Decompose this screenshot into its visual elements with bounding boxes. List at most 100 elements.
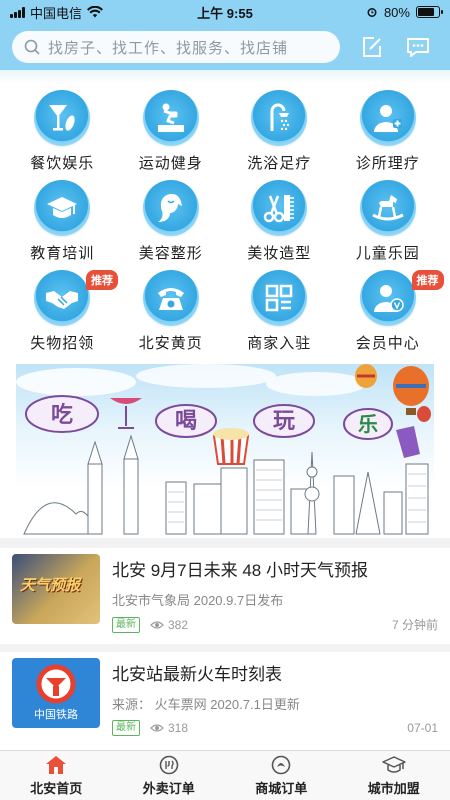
- battery-percent: 80%: [383, 4, 410, 20]
- tab-city-franchise[interactable]: 城市加盟: [338, 751, 450, 800]
- scissors-comb-icon: [264, 195, 295, 223]
- banner-word: 喝: [175, 409, 197, 434]
- home-icon: [46, 755, 67, 774]
- category-label: 北安黄页: [138, 335, 203, 352]
- carrier-name: 中国电信: [30, 5, 83, 21]
- category-label: 会员中心: [355, 335, 420, 352]
- news-time: 07-01: [407, 721, 438, 735]
- news-source: 北安市气象局 2020.9.7日发布: [112, 593, 284, 608]
- category-bath[interactable]: 洗浴足疗: [225, 90, 334, 176]
- dining-icon: [49, 105, 75, 131]
- takeout-order-icon: [159, 755, 179, 774]
- eye-icon: [150, 620, 164, 629]
- category-grid: 餐饮娱乐 运动健身 洗浴足疗 诊所理疗 教育培训 美容整形 美妆造型 儿童乐园 …: [0, 84, 450, 356]
- news-thumbnail: 中国铁路: [12, 658, 100, 728]
- tab-takeout-orders[interactable]: 外卖订单: [113, 751, 226, 800]
- battery-level: [417, 8, 434, 16]
- category-label: 运动健身: [138, 155, 203, 172]
- category-clinic[interactable]: 诊所理疗: [334, 90, 443, 176]
- category-kids[interactable]: 儿童乐园: [334, 180, 443, 266]
- tab-label: 北安首页: [30, 780, 83, 796]
- tab-label: 城市加盟: [367, 780, 420, 796]
- graduation-cap-icon: [47, 197, 78, 218]
- category-label: 诊所理疗: [355, 155, 420, 172]
- category-label: 商家入驻: [247, 335, 312, 352]
- category-education[interactable]: 教育培训: [8, 180, 117, 266]
- edit-icon: [363, 37, 381, 57]
- handshake-icon: [46, 291, 79, 309]
- banner-word: 玩: [273, 409, 295, 434]
- search-input[interactable]: 找房子、找工作、找服务、找店铺: [12, 31, 340, 63]
- status-time: 上午 9:55: [197, 5, 253, 21]
- battery-icon: [415, 6, 443, 18]
- section-divider: [0, 644, 450, 652]
- bottom-tab-bar: 北安首页 外卖订单 商城订单 城市加盟: [0, 750, 450, 800]
- thumbnail-caption: 中国铁路: [34, 709, 78, 721]
- tab-label: 外卖订单: [142, 780, 195, 796]
- category-dining[interactable]: 餐饮娱乐: [8, 90, 117, 176]
- news-item[interactable]: 天气预报 北安 9月7日未来 48 小时天气预报 北安市气象局 2020.9.7…: [0, 548, 450, 644]
- banner-word: 乐: [358, 412, 378, 436]
- message-button[interactable]: [404, 33, 432, 61]
- category-lost-found[interactable]: 推荐 失物招领: [8, 270, 118, 356]
- clinic-icon: [373, 105, 402, 132]
- recommend-tag: 推荐: [411, 270, 444, 290]
- category-label: 教育培训: [30, 245, 95, 262]
- tab-label: 商城订单: [255, 780, 308, 796]
- message-icon: [407, 38, 429, 57]
- category-fitness[interactable]: 运动健身: [117, 90, 226, 176]
- top-strip: [0, 70, 450, 84]
- banner-illustration: 吃 喝 玩 乐: [16, 364, 431, 535]
- status-bar: 中国电信 上午 9:55 80%: [0, 0, 450, 24]
- tab-mall-orders[interactable]: 商城订单: [225, 751, 338, 800]
- search-placeholder: 找房子、找工作、找服务、找店铺: [48, 39, 289, 57]
- category-yellow-pages[interactable]: 北安黄页: [117, 270, 226, 356]
- category-label: 失物招领: [30, 335, 95, 352]
- view-count-value: 318: [168, 721, 189, 735]
- news-source: 来源： 火车票网 2020.7.1日更新: [112, 697, 300, 712]
- wifi-icon: [87, 6, 104, 18]
- view-count-value: 382: [168, 617, 189, 632]
- signal-icon: [10, 6, 25, 18]
- news-time: 7 分钟前: [391, 618, 438, 632]
- mall-order-icon: [271, 755, 291, 774]
- view-count: 382: [150, 618, 188, 632]
- news-item[interactable]: 中国铁路 北安站最新火车时刻表 来源： 火车票网 2020.7.1日更新 最新 …: [0, 652, 450, 748]
- member-icon: [373, 285, 404, 312]
- category-label: 美容整形: [138, 245, 203, 262]
- beauty-icon: [157, 194, 182, 222]
- top-header: 找房子、找工作、找服务、找店铺: [0, 24, 450, 70]
- alarm-icon: [367, 8, 377, 17]
- category-beauty[interactable]: 美容整形: [117, 180, 226, 266]
- new-badge: 最新: [112, 720, 140, 736]
- category-member-center[interactable]: 推荐 会员中心: [334, 270, 444, 356]
- telephone-icon: [157, 288, 184, 310]
- hot-air-balloon-icon: [355, 364, 377, 388]
- news-thumbnail: 天气预报: [12, 554, 100, 624]
- merchant-grid-icon: [266, 284, 293, 312]
- edit-button[interactable]: [358, 33, 386, 61]
- category-label: 餐饮娱乐: [30, 155, 95, 172]
- category-label: 洗浴足疗: [247, 155, 312, 172]
- news-title: 北安站最新火车时刻表: [112, 665, 282, 684]
- franchise-icon: [382, 755, 406, 773]
- recommend-tag: 推荐: [86, 270, 118, 290]
- view-count: 318: [150, 721, 188, 735]
- shower-icon: [270, 103, 290, 131]
- news-title: 北安 9月7日未来 48 小时天气预报: [112, 561, 368, 580]
- category-label: 儿童乐园: [355, 245, 420, 262]
- thumbnail-caption: 天气预报: [20, 577, 81, 594]
- rocking-horse-icon: [372, 195, 404, 221]
- eye-icon: [150, 724, 164, 732]
- search-icon: [24, 39, 40, 55]
- section-divider: [0, 538, 450, 548]
- category-makeup[interactable]: 美妆造型: [225, 180, 334, 266]
- category-label: 美妆造型: [247, 245, 312, 262]
- fitness-icon: [157, 103, 184, 132]
- new-badge: 最新: [112, 616, 140, 633]
- tab-home[interactable]: 北安首页: [0, 751, 113, 800]
- china-railway-logo-icon: [36, 664, 76, 704]
- banner-word: 吃: [51, 402, 73, 428]
- promo-banner[interactable]: 吃 喝 玩 乐: [16, 364, 434, 542]
- category-merchant-join[interactable]: 商家入驻: [225, 270, 334, 356]
